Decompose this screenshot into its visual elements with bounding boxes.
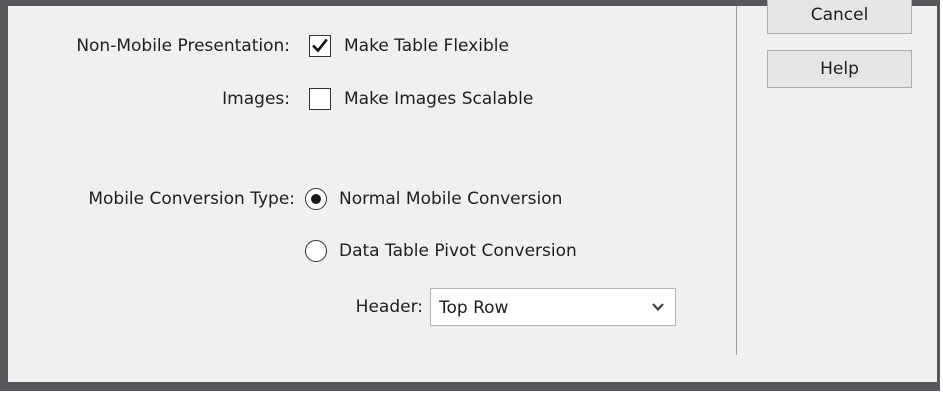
make-table-flexible-label[interactable]: Make Table Flexible xyxy=(344,35,509,57)
header-label: Header: xyxy=(355,297,423,317)
make-images-scalable-checkbox[interactable] xyxy=(309,88,331,110)
radio-selected-dot xyxy=(311,194,321,204)
make-images-scalable-label[interactable]: Make Images Scalable xyxy=(344,88,533,110)
cancel-button[interactable]: Cancel xyxy=(767,0,912,34)
normal-mobile-conversion-label[interactable]: Normal Mobile Conversion xyxy=(339,188,562,210)
help-button[interactable]: Help xyxy=(767,50,912,88)
header-select-value: Top Row xyxy=(439,298,509,318)
make-table-flexible-checkbox[interactable] xyxy=(309,35,331,57)
header-select[interactable]: Top Row xyxy=(430,288,676,326)
data-table-pivot-conversion-radio[interactable] xyxy=(305,240,327,262)
button-column-divider xyxy=(736,6,737,355)
normal-mobile-conversion-radio[interactable] xyxy=(305,188,327,210)
checkmark-icon xyxy=(312,38,328,53)
images-label: Images: xyxy=(222,89,290,109)
window-background: Cancel Help Non-Mobile Presentation: Mak… xyxy=(0,0,943,393)
data-table-pivot-conversion-label[interactable]: Data Table Pivot Conversion xyxy=(339,240,577,262)
chevron-down-icon xyxy=(652,303,664,312)
mobile-conversion-type-label: Mobile Conversion Type: xyxy=(88,189,295,209)
non-mobile-presentation-label: Non-Mobile Presentation: xyxy=(76,36,290,56)
